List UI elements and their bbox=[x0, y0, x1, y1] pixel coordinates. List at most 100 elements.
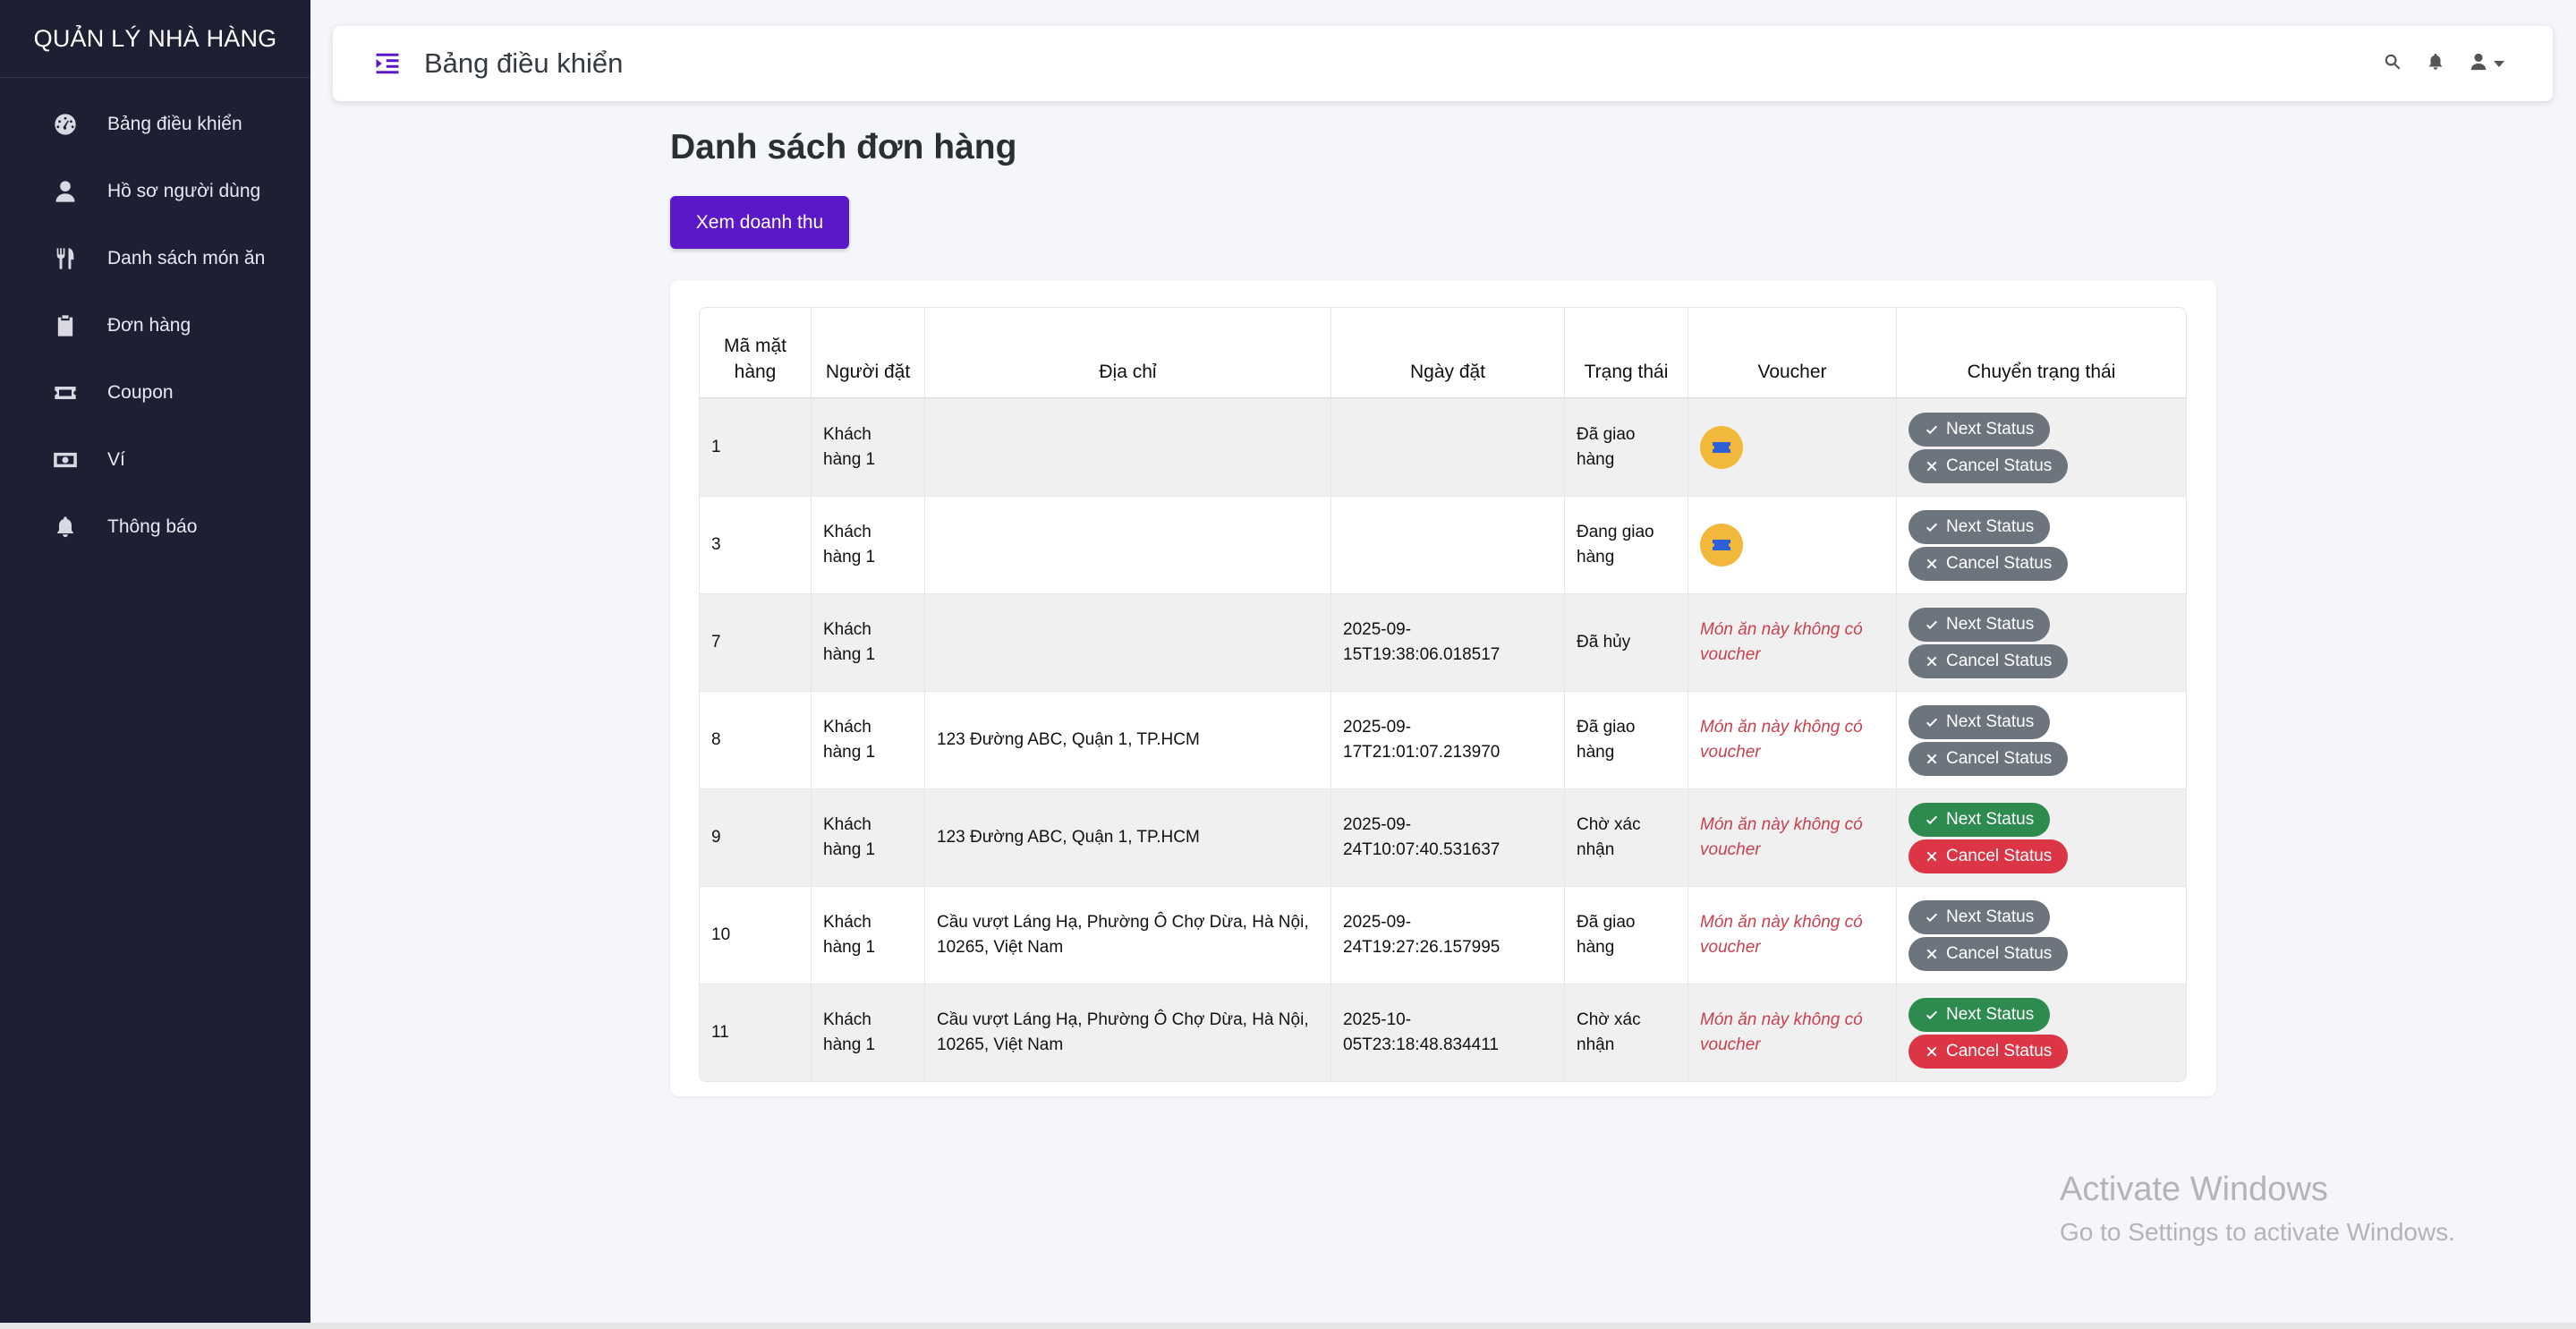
windows-activation-watermark: Activate Windows Go to Settings to activ… bbox=[2060, 1171, 2455, 1247]
next-status-button[interactable]: Next Status bbox=[1909, 802, 2051, 837]
close-icon bbox=[1925, 752, 1939, 766]
cell-customer: Khách hàng 1 bbox=[812, 788, 925, 886]
cell-change-status: Next Status Cancel Status bbox=[1897, 886, 2186, 984]
cell-voucher: Món ăn này không có voucher bbox=[1688, 984, 1897, 1081]
table-row: 8 Khách hàng 1 123 Đường ABC, Quận 1, TP.H… bbox=[700, 691, 2186, 788]
cancel-status-button[interactable]: Cancel Status bbox=[1909, 1034, 2069, 1069]
close-icon bbox=[1925, 849, 1939, 864]
menu-toggle-icon[interactable] bbox=[374, 50, 401, 77]
cell-change-status: Next Status Cancel Status bbox=[1897, 788, 2186, 886]
cell-voucher bbox=[1688, 496, 1897, 593]
cancel-status-button[interactable]: Cancel Status bbox=[1909, 936, 2069, 971]
cell-id: 10 bbox=[700, 886, 812, 984]
check-icon bbox=[1925, 618, 1939, 632]
view-revenue-button[interactable]: Xem doanh thu bbox=[670, 196, 849, 249]
close-icon bbox=[1925, 557, 1939, 571]
chevron-down-icon bbox=[2494, 60, 2504, 67]
utensils-icon bbox=[52, 245, 79, 272]
table-row: 10 Khách hàng 1 Cầu vượt Láng Hạ, Phường Ô… bbox=[700, 886, 2186, 984]
sidebar-item-user-profile[interactable]: Hồ sơ người dùng bbox=[0, 158, 310, 225]
sidebar-nav: Bảng điều khiển Hồ sơ người dùng Danh sá… bbox=[0, 90, 310, 560]
orders-card: Mã mặt hàng Người đặt Địa chỉ Ngày đặt T… bbox=[670, 280, 2216, 1096]
sidebar-item-label: Hồ sơ người dùng bbox=[107, 180, 261, 201]
cell-date bbox=[1331, 496, 1565, 593]
cell-status: Đã giao hàng bbox=[1565, 886, 1688, 984]
sidebar-item-orders[interactable]: Đơn hàng bbox=[0, 292, 310, 359]
search-icon[interactable] bbox=[2383, 52, 2402, 76]
col-header-id: Mã mặt hàng bbox=[700, 308, 812, 398]
cell-customer: Khách hàng 1 bbox=[812, 496, 925, 593]
cell-address: 123 Đường ABC, Quận 1, TP.HCM bbox=[925, 788, 1331, 886]
cell-customer: Khách hàng 1 bbox=[812, 984, 925, 1081]
sidebar-item-notifications[interactable]: Thông báo bbox=[0, 493, 310, 560]
no-voucher-text: Món ăn này không có voucher bbox=[1700, 1010, 1863, 1054]
cell-date: 2025-09-24T10:07:40.531637 bbox=[1331, 788, 1565, 886]
cancel-status-label: Cancel Status bbox=[1946, 1041, 2053, 1061]
table-header-row: Mã mặt hàng Người đặt Địa chỉ Ngày đặt T… bbox=[700, 308, 2186, 398]
close-icon bbox=[1925, 947, 1939, 961]
cell-address: Cầu vượt Láng Hạ, Phường Ô Chợ Dừa, Hà N… bbox=[925, 984, 1331, 1081]
sidebar-item-label: Danh sách món ăn bbox=[107, 247, 266, 268]
cell-status: Chờ xác nhận bbox=[1565, 984, 1688, 1081]
sidebar-item-menu-list[interactable]: Danh sách món ăn bbox=[0, 225, 310, 292]
check-icon bbox=[1925, 1008, 1939, 1022]
next-status-label: Next Status bbox=[1946, 614, 2035, 634]
bell-icon[interactable] bbox=[2426, 52, 2445, 76]
cancel-status-button[interactable]: Cancel Status bbox=[1909, 839, 2069, 873]
col-header-date: Ngày đặt bbox=[1331, 308, 1565, 398]
cancel-status-button[interactable]: Cancel Status bbox=[1909, 741, 2069, 776]
ticket-icon bbox=[52, 379, 79, 406]
voucher-icon[interactable] bbox=[1700, 426, 1743, 469]
cell-id: 8 bbox=[700, 691, 812, 788]
next-status-button[interactable]: Next Status bbox=[1909, 412, 2051, 447]
next-status-button[interactable]: Next Status bbox=[1909, 899, 2051, 934]
next-status-label: Next Status bbox=[1946, 907, 2035, 926]
col-header-address: Địa chỉ bbox=[925, 308, 1331, 398]
voucher-icon[interactable] bbox=[1700, 524, 1743, 567]
sidebar-item-wallet[interactable]: Ví bbox=[0, 426, 310, 493]
close-icon bbox=[1925, 459, 1939, 473]
page-title: Danh sách đơn hàng bbox=[670, 128, 1017, 166]
cell-status: Chờ xác nhận bbox=[1565, 788, 1688, 886]
next-status-button[interactable]: Next Status bbox=[1909, 997, 2051, 1032]
sidebar-item-label: Đơn hàng bbox=[107, 314, 191, 336]
cancel-status-button[interactable]: Cancel Status bbox=[1909, 448, 2069, 483]
cell-voucher: Món ăn này không có voucher bbox=[1688, 886, 1897, 984]
no-voucher-text: Món ăn này không có voucher bbox=[1700, 815, 1863, 859]
next-status-button[interactable]: Next Status bbox=[1909, 607, 2051, 642]
cell-change-status: Next Status Cancel Status bbox=[1897, 593, 2186, 691]
cell-change-status: Next Status Cancel Status bbox=[1897, 398, 2186, 496]
sidebar-item-coupon[interactable]: Coupon bbox=[0, 359, 310, 426]
cancel-status-button[interactable]: Cancel Status bbox=[1909, 643, 2069, 678]
table-row: 11 Khách hàng 1 Cầu vượt Láng Hạ, Phường Ô… bbox=[700, 984, 2186, 1081]
cell-voucher: Món ăn này không có voucher bbox=[1688, 691, 1897, 788]
cell-customer: Khách hàng 1 bbox=[812, 398, 925, 496]
cell-voucher: Món ăn này không có voucher bbox=[1688, 788, 1897, 886]
check-icon bbox=[1925, 813, 1939, 827]
sidebar-item-label: Thông báo bbox=[107, 515, 198, 537]
cell-change-status: Next Status Cancel Status bbox=[1897, 691, 2186, 788]
cancel-status-label: Cancel Status bbox=[1946, 748, 2053, 768]
cell-address: 123 Đường ABC, Quận 1, TP.HCM bbox=[925, 691, 1331, 788]
cancel-status-button[interactable]: Cancel Status bbox=[1909, 546, 2069, 581]
cell-status: Đã hủy bbox=[1565, 593, 1688, 691]
next-status-button[interactable]: Next Status bbox=[1909, 704, 2051, 739]
user-menu[interactable] bbox=[2469, 52, 2504, 76]
cell-voucher bbox=[1688, 398, 1897, 496]
cancel-status-label: Cancel Status bbox=[1946, 846, 2053, 865]
cell-customer: Khách hàng 1 bbox=[812, 593, 925, 691]
brand-title[interactable]: QUẢN LÝ NHÀ HÀNG bbox=[0, 0, 310, 78]
cancel-status-label: Cancel Status bbox=[1946, 651, 2053, 670]
sidebar-item-label: Ví bbox=[107, 448, 125, 470]
next-status-label: Next Status bbox=[1946, 1004, 2035, 1024]
cell-status: Đã giao hàng bbox=[1565, 398, 1688, 496]
cell-date: 2025-10-05T23:18:48.834411 bbox=[1331, 984, 1565, 1081]
col-header-change-status: Chuyển trạng thái bbox=[1897, 308, 2186, 398]
watermark-subtitle: Go to Settings to activate Windows. bbox=[2060, 1218, 2455, 1246]
next-status-button[interactable]: Next Status bbox=[1909, 509, 2051, 544]
sidebar-item-dashboard[interactable]: Bảng điều khiển bbox=[0, 90, 310, 158]
bottom-strip bbox=[0, 1323, 2576, 1329]
cell-status: Đang giao hàng bbox=[1565, 496, 1688, 593]
col-header-status: Trạng thái bbox=[1565, 308, 1688, 398]
sidebar-item-label: Bảng điều khiển bbox=[107, 113, 242, 134]
